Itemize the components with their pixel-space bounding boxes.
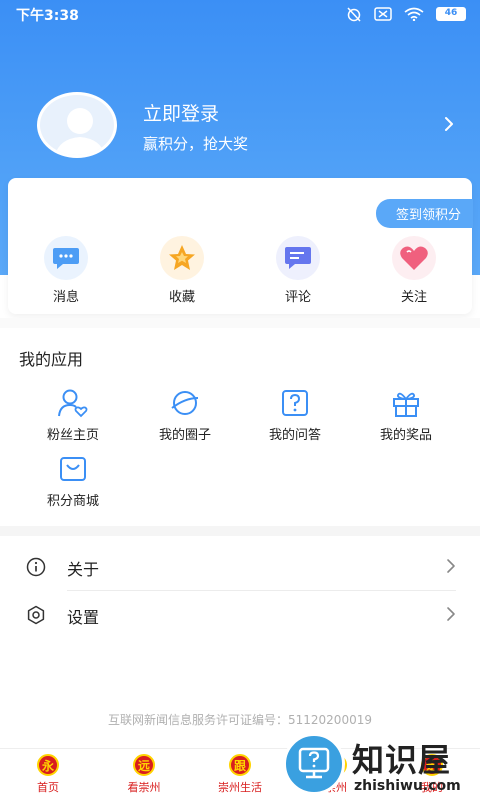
app-fans-homepage[interactable]: 粉丝主页	[18, 388, 128, 443]
tab-label: 崇州生活	[218, 781, 262, 794]
quick-actions-row: 消息 收藏 评论 关注	[8, 236, 472, 305]
info-icon	[26, 557, 46, 577]
menu-label: 设置	[67, 608, 100, 627]
heart-icon	[392, 236, 436, 280]
status-icons: 46	[346, 6, 466, 22]
quick-label: 评论	[284, 290, 311, 305]
quick-item-comments[interactable]: 评论	[240, 236, 356, 305]
quick-label: 关注	[400, 290, 427, 305]
section-divider	[0, 526, 480, 536]
chevron-right-icon	[447, 607, 455, 621]
settings-icon	[27, 605, 45, 625]
user-silhouette-icon	[55, 108, 105, 155]
app-my-circle[interactable]: 我的圈子	[130, 388, 240, 443]
quick-actions-card: 签到领积分 消息 收藏 评论 关注	[8, 178, 473, 314]
app-label: 积分商城	[46, 494, 99, 509]
menu-label: 关于	[67, 560, 100, 579]
quick-item-messages[interactable]: 消息	[8, 236, 124, 305]
app-my-qa[interactable]: 我的问答	[240, 388, 350, 443]
my-apps-title: 我的应用	[19, 350, 84, 369]
battery-indicator: 46	[436, 7, 466, 21]
license-text: 互联网新闻信息服务许可证编号：51120200019	[108, 713, 372, 727]
watermark-logo: 知识屋 zhishiwu.com	[283, 733, 480, 800]
quick-label: 消息	[52, 290, 79, 305]
gift-icon	[393, 392, 419, 417]
app-label: 我的圈子	[158, 428, 211, 443]
quick-item-follow[interactable]: 关注	[356, 236, 472, 305]
chevron-right-icon[interactable]	[444, 116, 454, 132]
quick-item-favorites[interactable]: 收藏	[124, 236, 240, 305]
shopping-bag-icon	[60, 457, 86, 481]
section-divider	[0, 318, 480, 328]
alarm-off-icon	[347, 7, 361, 22]
menu-item-about[interactable]: 关于	[0, 543, 480, 591]
tab-chongzhou-life[interactable]: 跟 崇州生活	[192, 749, 288, 800]
login-title[interactable]: 立即登录	[143, 99, 219, 126]
notification-off-icon	[374, 7, 392, 21]
tab-label: 看崇州	[127, 781, 161, 794]
watermark-title: 知识屋	[352, 741, 452, 779]
tab-home[interactable]: 永 首页	[0, 749, 96, 800]
app-my-prizes[interactable]: 我的奖品	[351, 388, 461, 443]
tab-badge: 远	[133, 754, 155, 776]
app-label: 我的奖品	[379, 428, 432, 443]
comment-icon	[276, 236, 320, 280]
chevron-right-icon	[447, 559, 455, 573]
tab-label: 首页	[37, 781, 59, 794]
app-label: 粉丝主页	[46, 428, 99, 443]
user-heart-icon	[58, 389, 88, 418]
menu-item-settings[interactable]: 设置	[0, 591, 480, 639]
star-icon	[160, 236, 204, 280]
signin-reward-button[interactable]: 签到领积分	[375, 199, 473, 228]
watermark-subtitle: zhishiwu.com	[354, 778, 461, 794]
login-subtitle: 赢积分，抢大奖	[143, 135, 249, 153]
tab-badge: 永	[37, 754, 59, 776]
app-points-mall[interactable]: 积分商城	[18, 454, 128, 509]
planet-icon	[171, 391, 199, 415]
wifi-icon	[404, 7, 424, 21]
app-label: 我的问答	[268, 428, 321, 443]
status-time: 下午3:38	[16, 8, 79, 24]
monitor-question-icon	[298, 747, 330, 779]
status-bar: 下午3:38 46	[0, 0, 480, 28]
chat-bubble-icon	[44, 236, 88, 280]
question-icon	[282, 390, 308, 416]
quick-label: 收藏	[168, 290, 195, 305]
tab-watch-chongzhou[interactable]: 远 看崇州	[96, 749, 192, 800]
tab-badge: 跟	[229, 754, 251, 776]
avatar[interactable]	[37, 92, 117, 158]
watermark-emblem	[283, 733, 345, 795]
